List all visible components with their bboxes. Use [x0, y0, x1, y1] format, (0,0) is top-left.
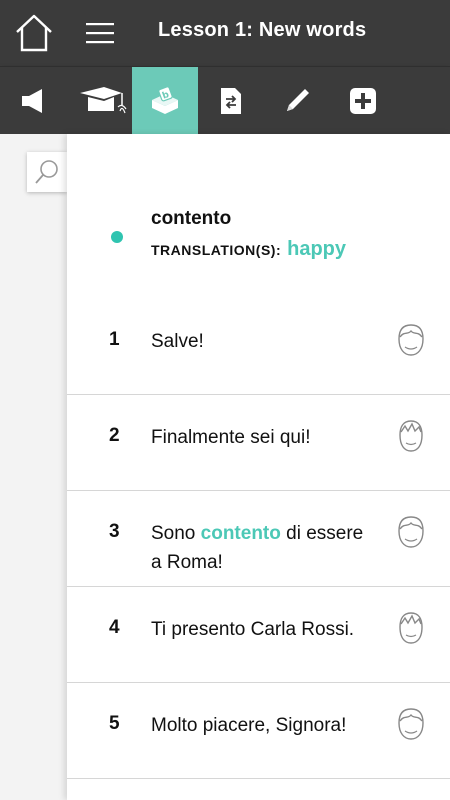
graduation-cap-icon: [80, 87, 127, 114]
highlighted-word: contento: [200, 523, 281, 544]
toolbar: b: [0, 66, 450, 135]
sentence-number: 1: [109, 329, 120, 350]
sentence-number: 2: [109, 425, 120, 446]
sentence-text: Finalmente sei qui!: [151, 427, 311, 448]
pen-icon: [287, 89, 309, 111]
word-detail-panel: contento TRANSLATION(S): happy 1 Salve! 2…: [67, 134, 450, 800]
translation-label: TRANSLATION(S):: [151, 242, 282, 258]
vocabulary-box-icon: b: [152, 86, 178, 114]
sentence-row[interactable]: 1 Salve!: [67, 299, 450, 395]
left-panel: [0, 134, 67, 800]
sentence-row[interactable]: 4 Ti presento Carla Rossi.: [67, 587, 450, 683]
home-icon[interactable]: [14, 12, 54, 54]
sentence-number: 5: [109, 713, 120, 734]
sentence-text: Salve!: [151, 331, 204, 352]
add-button[interactable]: [330, 67, 396, 135]
search-button[interactable]: [27, 152, 67, 192]
word-term: contento: [151, 208, 232, 229]
page-title: Lesson 1: New words: [158, 19, 367, 41]
female-face-icon[interactable]: [396, 707, 426, 741]
write-button[interactable]: [264, 67, 330, 135]
translate-document-button[interactable]: [198, 67, 264, 135]
sentence-row[interactable]: 5 Molto piacere, Signora!: [67, 683, 450, 779]
document-swap-icon: [221, 88, 241, 114]
hamburger-menu-icon[interactable]: [86, 20, 114, 46]
sentence-text: Sono contento di essere a Roma!: [151, 523, 364, 573]
sentence-text: Ti presento Carla Rossi.: [151, 619, 355, 640]
sentence-number: 3: [109, 521, 120, 542]
sentence-text: Molto piacere, Signora!: [151, 715, 347, 736]
sentence-row[interactable]: 3 Sono contento di essere a Roma!: [67, 491, 450, 587]
vocabulary-button[interactable]: b: [132, 67, 198, 135]
male-face-icon[interactable]: [396, 419, 426, 453]
sentence-row[interactable]: 2 Finalmente sei qui!: [67, 395, 450, 491]
translation-value: happy: [287, 238, 347, 260]
translation-row: TRANSLATION(S): happy: [151, 238, 346, 261]
search-icon: [35, 160, 58, 184]
female-face-icon[interactable]: [396, 515, 426, 549]
word-entry: contento TRANSLATION(S): happy: [67, 134, 450, 299]
female-face-icon[interactable]: [396, 323, 426, 357]
top-bar: Lesson 1: New words: [0, 0, 450, 66]
status-dot: [111, 231, 123, 243]
plus-icon: [350, 88, 376, 114]
speaker-icon: [22, 89, 42, 113]
male-face-icon[interactable]: [396, 611, 426, 645]
speaker-button[interactable]: [0, 67, 66, 135]
sentence-number: 4: [109, 617, 120, 638]
lessons-button[interactable]: [68, 67, 134, 135]
